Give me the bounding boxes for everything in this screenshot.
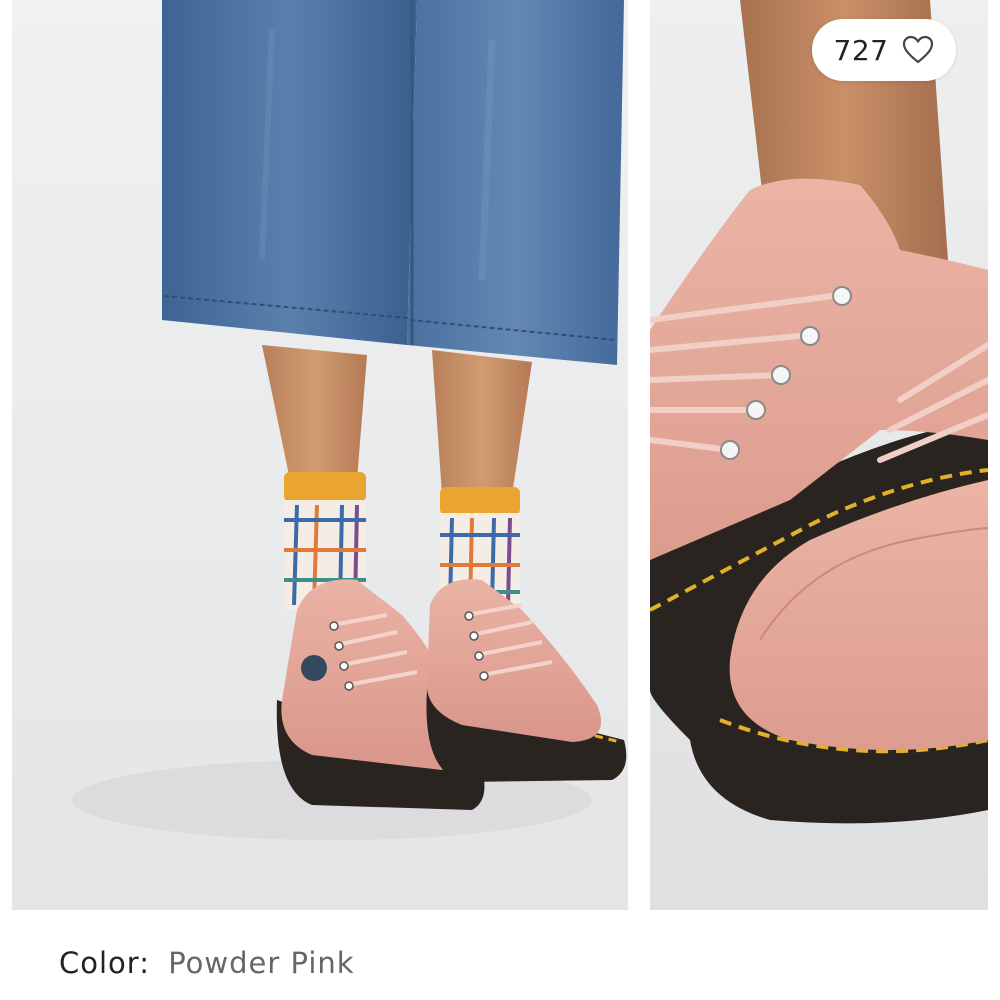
product-page: 727 Color: Powder Pink (0, 0, 1000, 1000)
like-count: 727 (833, 33, 889, 67)
product-photo-main-image (12, 0, 628, 910)
product-photo-detail[interactable] (650, 0, 988, 910)
product-photo-detail-image (650, 0, 988, 910)
color-value: Powder Pink (168, 946, 355, 980)
heart-outline-icon (903, 35, 934, 64)
product-image-gallery[interactable]: 727 (0, 0, 1000, 910)
product-photo-main[interactable] (12, 0, 628, 910)
like-button[interactable]: 727 (812, 19, 956, 81)
color-selection-row: Color: Powder Pink (59, 946, 355, 980)
color-label: Color: (59, 946, 150, 980)
